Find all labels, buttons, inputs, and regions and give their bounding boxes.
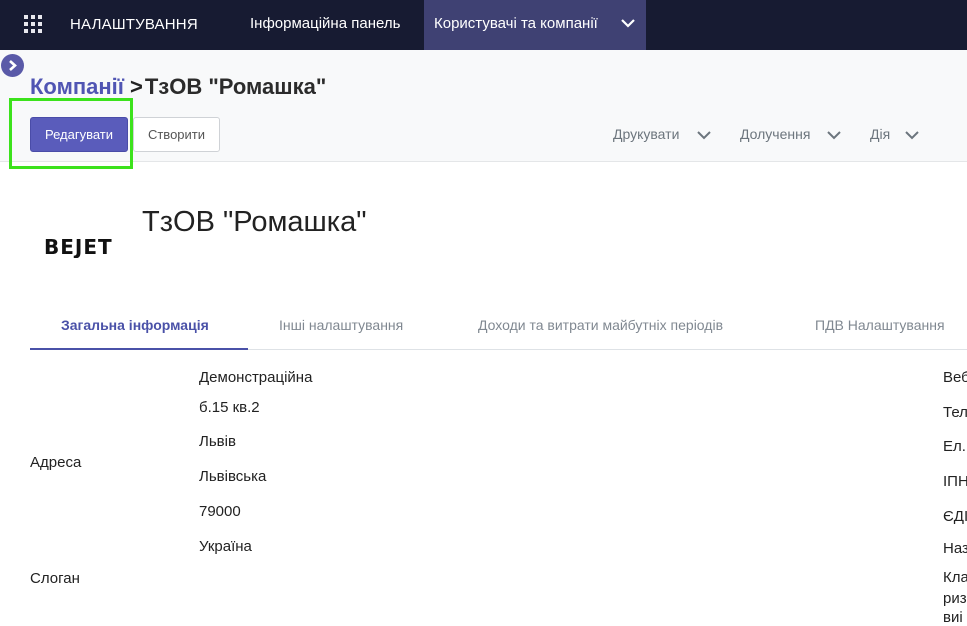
- classification-label-line3: виі: [943, 609, 963, 626]
- phone-label: Тел: [943, 404, 967, 421]
- address-state: Львівська: [199, 468, 267, 485]
- attachments-dropdown-label: Долучення: [740, 126, 811, 142]
- breadcrumb: Компанії >ТзОВ "Ромашка": [30, 74, 326, 100]
- action-dropdown-label: Дія: [870, 126, 891, 142]
- breadcrumb-separator: >: [129, 74, 143, 99]
- breadcrumb-companies-link[interactable]: Компанії: [30, 74, 124, 99]
- chevron-down-icon: [905, 131, 919, 140]
- company-logo: BEJET: [44, 235, 113, 258]
- apps-menu-icon[interactable]: [24, 15, 42, 33]
- nav-item-users-companies[interactable]: Користувачі та компанії: [424, 0, 646, 50]
- chevron-down-icon: [697, 131, 711, 140]
- classification-label-line2: риз: [943, 590, 967, 607]
- company-name-title: ТзОВ "Ромашка": [142, 206, 367, 238]
- registry-code-label: ЄДІ: [943, 508, 967, 525]
- top-navbar: НАЛАШТУВАННЯ Інформаційна панель Користу…: [0, 0, 967, 50]
- app-brand[interactable]: НАЛАШТУВАННЯ: [70, 16, 198, 33]
- company-logo-text: BEJET: [44, 235, 113, 258]
- email-label: Ел.: [943, 438, 966, 455]
- nav-item-dashboard[interactable]: Інформаційна панель: [250, 0, 400, 50]
- address-zip: 79000: [199, 503, 241, 520]
- control-panel: Компанії >ТзОВ "Ромашка" Редагувати Створ…: [0, 50, 967, 169]
- tab-other-settings[interactable]: Інші налаштування: [279, 317, 403, 333]
- address-street2: б.15 кв.2: [199, 399, 260, 416]
- breadcrumb-current: ТзОВ "Ромашка": [144, 74, 327, 99]
- print-dropdown[interactable]: Друкувати: [613, 126, 711, 142]
- sidebar-toggle-icon[interactable]: [1, 54, 24, 77]
- active-tab-indicator: [30, 348, 248, 350]
- edit-button[interactable]: Редагувати: [30, 117, 128, 152]
- attachments-dropdown[interactable]: Долучення: [740, 126, 841, 142]
- create-button[interactable]: Створити: [133, 117, 220, 152]
- address-label: Адреса: [30, 454, 82, 471]
- website-label: Веб: [943, 369, 967, 386]
- tab-general-info[interactable]: Загальна інформація: [61, 317, 209, 333]
- address-country: Україна: [199, 538, 252, 555]
- form-tabs: Загальна інформація Інші налаштування До…: [30, 300, 967, 350]
- chevron-down-icon: [827, 131, 841, 140]
- nav-item-label: Користувачі та компанії: [434, 15, 598, 32]
- print-dropdown-label: Друкувати: [613, 126, 680, 142]
- address-city: Львів: [199, 433, 236, 450]
- slogan-label: Слоган: [30, 570, 80, 587]
- nav-item-label: Інформаційна панель: [250, 15, 401, 32]
- chevron-down-icon: [621, 19, 635, 28]
- tax-id-label: ІПН: [943, 473, 967, 490]
- action-dropdown[interactable]: Дія: [870, 126, 919, 142]
- name-label: Наз: [943, 540, 967, 557]
- tab-deferred-income-expenses[interactable]: Доходи та витрати майбутніх періодів: [478, 317, 723, 333]
- tab-vat-settings[interactable]: ПДВ Налаштування: [815, 317, 945, 333]
- address-street: Демонстраційна: [199, 369, 313, 386]
- classification-label: Кла: [943, 569, 967, 586]
